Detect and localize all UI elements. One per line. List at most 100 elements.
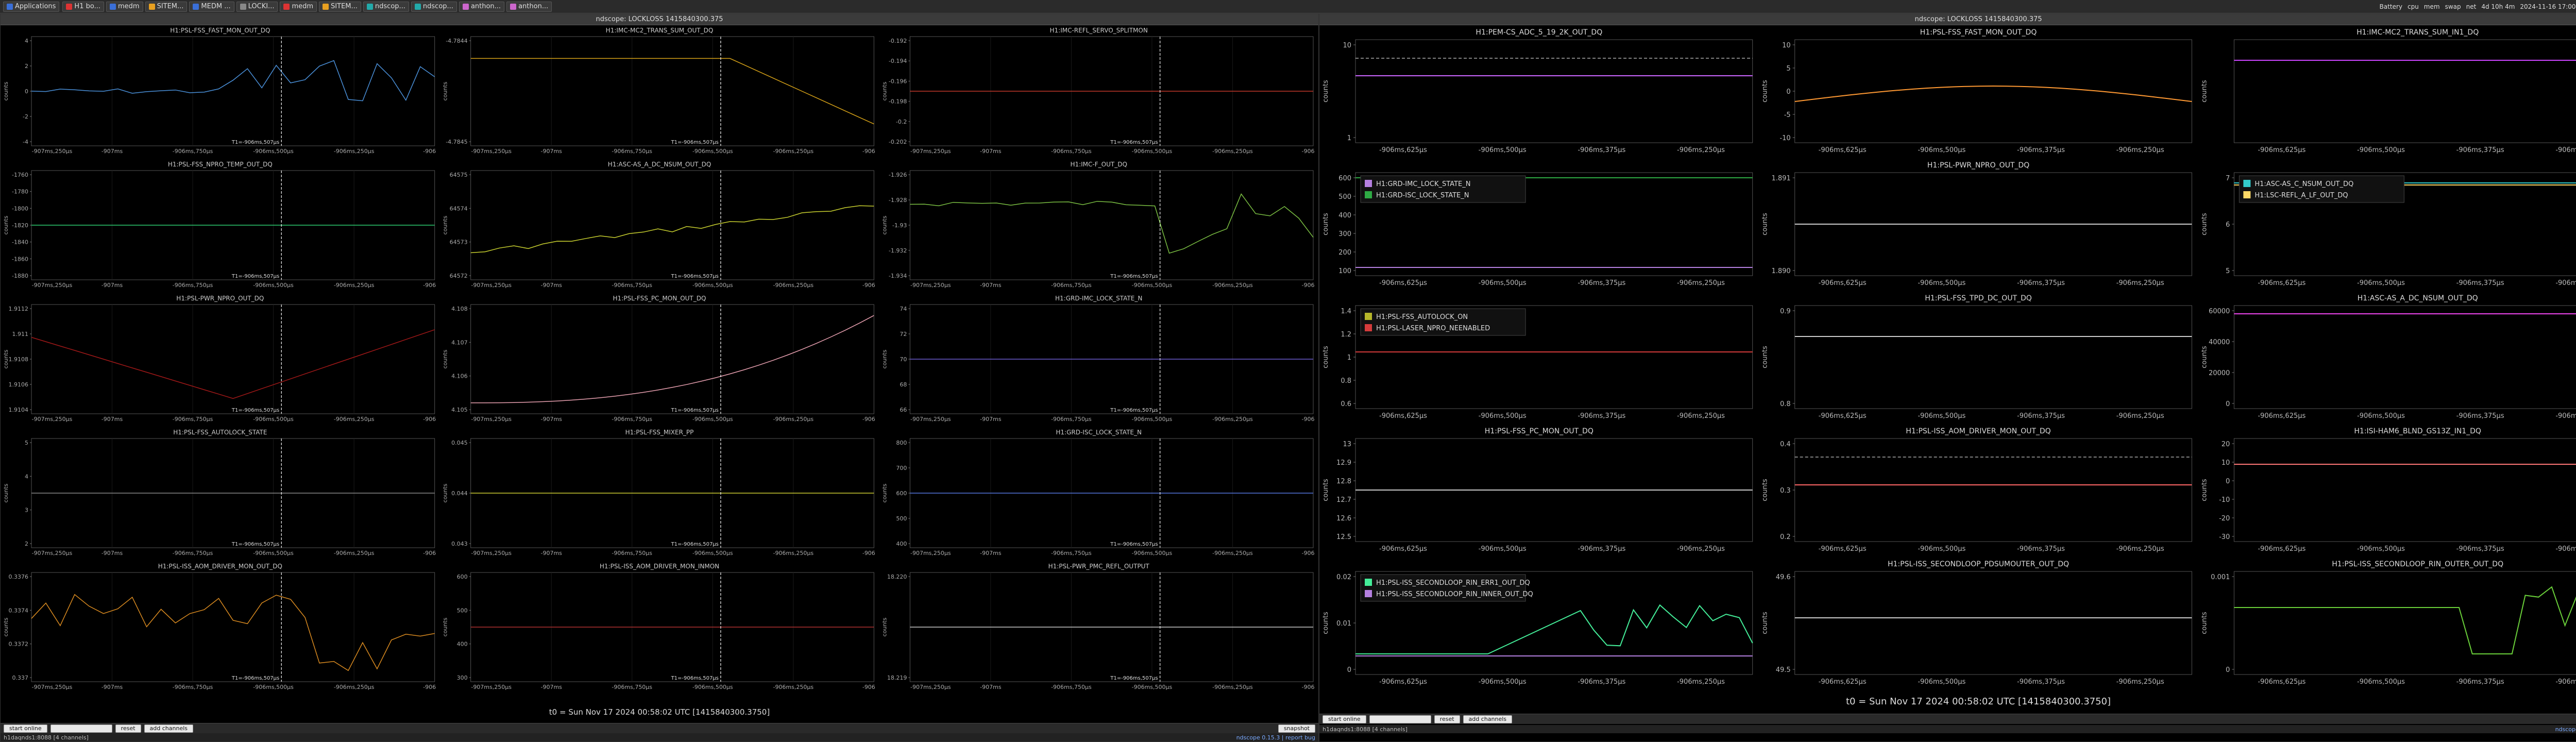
plot-panel[interactable]: 600 500 400 300 200 100 counts -906ms,625μs -906… [1322,172,1753,287]
applications-menu[interactable]: Applications [3,1,60,12]
plot-area[interactable] [1794,571,2192,675]
x-tick-label: -906ms,250μs [334,148,375,155]
plot-panel[interactable]: H1:PSL-FSS_TPD_DC_OUT_DQ 0.9 0.8 counts -906… [1761,294,2192,420]
y-tick-label: 500 [896,515,907,522]
plot-panel[interactable]: H1:PEM-CS_ADC_5_19_2K_OUT_DQ 10 1 counts -90… [1322,28,1753,154]
y-axis-label: counts [1322,612,1330,634]
plot-panel[interactable]: H1:PSL-FSS_NPRO_TEMP_OUT_DQ -1760 -1780 -18… [3,161,436,289]
plot-panel[interactable]: H1:PSL-FSS_FAST_MON_OUT_DQ 10 5 0 -5 -10 count… [1761,28,2192,154]
y-tick-label: 300 [1338,230,1351,238]
plot-area[interactable] [2233,438,2576,542]
plot-panel[interactable]: H1:PSL-ISS_SECONDLOOP_RIN_OUTER_OUT_DQ 0.… [2200,560,2576,686]
plot-panel[interactable]: H1:PSL-ISS_AOM_DRIVER_MON_INMON 600 500 400… [442,563,875,690]
plot-area[interactable] [2233,571,2576,675]
window-app-icon [148,3,155,10]
plot-panel[interactable]: H1:IMC-REFL_SERVO_SPLITMON -0.192 -0.194 -0… [881,27,1314,155]
plot-panel[interactable]: H1:PSL-FSS_FAST_MON_OUT_DQ 4 2 0 -2 -4 counts -… [3,27,436,155]
plot-panel[interactable]: H1:PSL-PWR_PMC_REFL_OUTPUT 18.220 18.219 co… [881,563,1314,690]
plot-area[interactable] [1794,39,2192,143]
legend-swatch [1365,191,1372,198]
taskbar-window-button[interactable]: anthon... [506,1,552,12]
plot-panel[interactable]: H1:ASC-AS_A_DC_NSUM_OUT_DQ 60000 40000 2000… [2200,294,2576,420]
plot-area[interactable] [470,304,874,414]
taskbar-window-button[interactable]: medm [106,1,143,12]
plot-panel[interactable]: H1:IMC-F_OUT_DQ -1.926 -1.928 -1.93 -1.932 -1… [881,161,1314,289]
start-online-button[interactable]: start online [1323,715,1366,723]
plot-panel[interactable]: H1:GRD-ISC_LOCK_STATE_N 800 700 600 500 400 co… [881,429,1314,556]
plot-area[interactable] [1355,39,1753,143]
x-tick-label: -906ms,750μs [612,282,652,289]
plot-panel[interactable]: H1:IMC-MC2_TRANS_SUM_IN1_DQcounts -906ms,… [2200,28,2576,154]
plot-area[interactable] [31,572,435,682]
start-online-button[interactable]: start online [4,724,47,733]
plot-area[interactable] [31,304,435,414]
y-tick-label: 74 [900,306,907,312]
plot-title: H1:PSL-FSS_PC_MON_OUT_DQ [1485,427,1594,435]
y-tick-label: 400 [457,641,468,648]
version-link[interactable]: ndscope 0.15.3 | report bug [1236,734,1315,741]
add-channels-button[interactable]: add channels [144,724,194,733]
taskbar-window-button[interactable]: medm [280,1,317,12]
taskbar-window-button[interactable]: SITEM... [145,1,188,12]
plot-panel[interactable]: H1:PSL-FSS_PC_MON_OUT_DQ 13 12.9 12.8 12.7 12… [1322,427,1753,553]
plot-area[interactable] [909,170,1314,280]
add-channels-button[interactable]: add channels [1463,715,1513,723]
reset-button[interactable]: reset [1434,715,1460,723]
plot-panel[interactable]: H1:PSL-FSS_AUTOLOCK_STATE 5 4 3 2 counts -907m… [3,429,436,556]
x-tick-label: -906ms,250μs [2116,545,2164,553]
taskbar-window-button[interactable]: ndscop... [363,1,409,12]
taskbar-window-button[interactable]: ndscop... [411,1,457,12]
plot-panel[interactable]: H1:PSL-PWR_NPRO_OUT_DQ 1.891 1.890 counts -9… [1761,161,2192,287]
plot-panel[interactable]: H1:ISI-HAM6_BLND_GS13Z_IN1_DQ 20 10 0 -10 -20… [2200,427,2576,553]
plot-panel[interactable]: H1:IMC-MC2_TRANS_SUM_OUT_DQ -4.7844 -4.784… [442,27,875,155]
plot-area[interactable] [2233,39,2576,143]
plot-panel[interactable]: H1:PSL-ISS_AOM_DRIVER_MON_OUT_DQ 0.3376 0.… [3,563,436,690]
x-tick-label: -906ms,500μs [2357,545,2405,553]
y-tick-label: -1.928 [889,197,907,204]
plot-area[interactable] [470,36,874,146]
reset-button[interactable]: reset [115,724,141,733]
x-tick-label: -906ms,625μs [1819,146,1867,154]
legend-swatch [1365,180,1372,187]
plot-area[interactable] [1794,438,2192,542]
plot-panel[interactable]: 0.02 0.01 0 counts -906ms,625μs -906ms,500μs -… [1322,571,1753,686]
plot-panel[interactable]: H1:PSL-FSS_MIXER_PP 0.045 0.044 0.043 counts… [442,429,875,556]
blank-input[interactable] [1369,715,1431,723]
cursor-label: T1=-906ms,507μs [1110,676,1158,681]
plot-panel[interactable]: H1:ASC-AS_A_DC_NSUM_OUT_DQ 64575 64574 6457… [442,161,875,289]
y-tick-label: 10 [2222,459,2230,467]
plot-area[interactable] [470,170,874,280]
version-link[interactable]: ndscope 0.15.3 | report bug [2555,726,2576,733]
taskbar-window-button[interactable]: LOCKI... [236,1,278,12]
taskbar-window-button[interactable]: H1 bo... [62,1,104,12]
blank-input[interactable] [50,724,112,733]
plot-panel[interactable]: H1:PSL-ISS_SECONDLOOP_PDSUMOUTER_OUT_DQ 4… [1761,560,2192,686]
y-axis-label: counts [881,483,888,502]
plot-area[interactable] [2233,305,2576,409]
plot-panel[interactable]: H1:PSL-FSS_PC_MON_OUT_DQ 4.108 4.107 4.106 4… [442,295,875,423]
x-tick-label: -906ms,750μs [173,148,213,155]
y-tick-label: 1 [1347,354,1351,362]
plot-title: H1:PSL-FSS_AUTOLOCK_STATE [173,429,267,436]
plot-panel[interactable]: H1:PSL-ISS_AOM_DRIVER_MON_OUT_DQ 0.4 0.3 0.… [1761,427,2192,553]
plot-title: H1:PSL-ISS_SECONDLOOP_PDSUMOUTER_OUT_DQ [1888,560,2069,568]
plot-panel[interactable]: H1:GRD-IMC_LOCK_STATE_N 74 72 70 68 66 counts -… [881,295,1314,423]
plot-panel[interactable]: 7 6 5 counts -906ms,625μs -906ms,500μs -906ms,… [2200,172,2576,287]
right-plot-grid[interactable]: H1:PEM-CS_ADC_5_19_2K_OUT_DQ101counts-90… [1319,25,2576,705]
plot-panel[interactable]: H1:PSL-PWR_NPRO_OUT_DQ 1.9112 1.911 1.9108 1… [3,295,436,423]
plot-title: H1:PSL-FSS_FAST_MON_OUT_DQ [170,27,270,34]
taskbar-window-button[interactable]: SITEM... [319,1,361,12]
plot-panel[interactable]: 1.4 1.2 1 0.8 0.6 counts -906ms,625μs -906ms,50… [1322,305,1753,420]
plot-area[interactable] [1794,305,2192,409]
left-plot-grid[interactable]: H1:PSL-FSS_FAST_MON_OUT_DQ420-2-4counts-… [1,25,1318,705]
plot-title: H1:PSL-PWR_NPRO_OUT_DQ [1927,161,2029,170]
x-tick-label: -906ms,500μs [1918,279,1965,287]
taskbar-window-button[interactable]: anthon... [459,1,505,12]
taskbar-window-button[interactable]: MEDM ... [189,1,234,12]
y-axis-label: counts [3,483,9,502]
snapshot-button[interactable]: snapshot [1278,724,1315,733]
x-tick-label: -906ms,250μs [773,550,814,556]
timestamp-label: t0 = Sun Nov 17 2024 00:58:02 UTC [14158… [1845,696,2111,707]
y-tick-label: -10 [2219,496,2230,504]
x-tick-label: -906ms,375μs [1578,412,1625,420]
